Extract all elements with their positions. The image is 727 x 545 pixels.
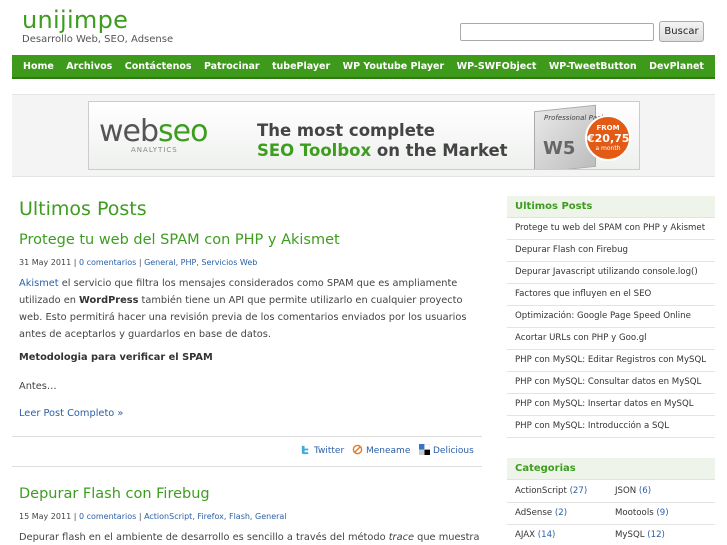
category-link[interactable]: JSON (6)	[615, 486, 651, 496]
sidebar-recent-item[interactable]: Factores que influyen en el SEO	[507, 284, 715, 306]
post-categories[interactable]: General, PHP, Servicios Web	[144, 258, 257, 267]
category-link[interactable]: AJAX (14)	[515, 530, 555, 540]
price-period: a month	[595, 145, 621, 152]
webseo-ad-banner[interactable]: webseo ANALYTICS The most complete SEO T…	[88, 101, 640, 170]
sidebar-recent-item[interactable]: Acortar URLs con PHP y Goo.gl	[507, 328, 715, 350]
nav-item-wp-swfobject[interactable]: WP-SWFObject	[457, 61, 537, 72]
sidebar-recent-item[interactable]: Optimización: Google Page Speed Online	[507, 306, 715, 328]
banner-headline-2: SEO Toolbox on the Market	[257, 141, 508, 160]
sidebar-recent-item[interactable]: Protege tu web del SPAM con PHP y Akisme…	[507, 218, 715, 240]
read-more-link[interactable]: Leer Post Completo »	[19, 408, 123, 419]
post-title[interactable]: Depurar Flash con Firebug	[19, 486, 210, 502]
webseo-logo: webseo	[99, 114, 209, 149]
site-title[interactable]: unijimpe	[22, 6, 128, 34]
post-divider	[12, 436, 482, 437]
sidebar-recent-item[interactable]: PHP con MySQL: Consultar datos en MySQL	[507, 372, 715, 394]
post-date: 31 May 2011	[19, 258, 72, 267]
sidebar-recent-item[interactable]: Depurar Flash con Firebug	[507, 240, 715, 262]
sidebar-heading-categories: Categorias	[507, 458, 715, 480]
category-divider	[507, 524, 715, 525]
post-excerpt: Depurar flash en el ambiente de desarrol…	[19, 532, 480, 543]
category-link[interactable]: Mootools (9)	[615, 508, 669, 518]
site-description: Desarrollo Web, SEO, Adsense	[22, 34, 174, 45]
wordpress-bold: WordPress	[79, 295, 139, 306]
post-tail: Antes…	[19, 381, 57, 392]
category-link[interactable]: AdSense (2)	[515, 508, 567, 518]
share-meneame[interactable]: Meneame	[352, 444, 410, 456]
price-amount: €20,75	[587, 132, 630, 145]
twitter-icon	[301, 445, 309, 455]
nav-item-devplanet[interactable]: DevPlanet	[649, 61, 704, 72]
product-box-mark: W5	[543, 138, 576, 159]
post-comments-link[interactable]: 0 comentarios	[79, 512, 136, 521]
nav-item-wp-tweetbutton[interactable]: WP-TweetButton	[549, 61, 637, 72]
post-date: 15 May 2011	[19, 512, 72, 521]
akismet-link[interactable]: Akismet	[19, 278, 59, 289]
main-heading: Ultimos Posts	[19, 198, 147, 220]
sidebar-recent-item[interactable]: PHP con MySQL: Editar Registros con MySQ…	[507, 350, 715, 372]
post-divider	[12, 466, 482, 467]
nav-item-home[interactable]: Home	[23, 61, 54, 72]
category-link[interactable]: ActionScript (27)	[515, 486, 587, 496]
nav-item-tubeplayer[interactable]: tubePlayer	[272, 61, 330, 72]
share-delicious[interactable]: Delicious	[419, 444, 474, 456]
sidebar-heading-recent: Ultimos Posts	[507, 196, 715, 218]
search-input[interactable]	[460, 23, 654, 41]
post-meta: 15 May 2011 | 0 comentarios | ActionScri…	[19, 512, 287, 521]
post-subheading: Metodologia para verificar el SPAM	[19, 352, 213, 363]
price-from: FROM	[596, 124, 620, 132]
nav-item-wp-youtube-player[interactable]: WP Youtube Player	[343, 61, 445, 72]
share-twitter[interactable]: Twitter	[300, 444, 344, 456]
main-nav: Home Archivos Contáctenos Patrocinar tub…	[12, 55, 715, 79]
banner-logo-sub: ANALYTICS	[131, 146, 178, 154]
category-divider	[507, 502, 715, 503]
sidebar-recent-item[interactable]: PHP con MySQL: Introducción a SQL	[507, 416, 715, 438]
meneame-icon	[352, 444, 363, 455]
banner-headline-1: The most complete	[257, 121, 435, 140]
delicious-icon	[419, 444, 430, 455]
nav-item-patrocinar[interactable]: Patrocinar	[204, 61, 260, 72]
post-title[interactable]: Protege tu web del SPAM con PHP y Akisme…	[19, 232, 340, 248]
post-meta: 31 May 2011 | 0 comentarios | General, P…	[19, 258, 258, 267]
sidebar-recent-item[interactable]: PHP con MySQL: Insertar datos en MySQL	[507, 394, 715, 416]
post-excerpt: Akismet el servicio que filtra los mensa…	[19, 278, 467, 340]
category-link[interactable]: MySQL (12)	[615, 530, 665, 540]
share-bar: Twitter Meneame Delicious	[300, 444, 480, 458]
banner-area: webseo ANALYTICS The most complete SEO T…	[12, 94, 715, 177]
search-button[interactable]: Buscar	[659, 21, 704, 42]
post-categories[interactable]: ActionScript, Firefox, Flash, General	[144, 512, 286, 521]
nav-item-archivos[interactable]: Archivos	[66, 61, 112, 72]
price-badge: FROM €20,75 a month	[585, 115, 631, 161]
post-comments-link[interactable]: 0 comentarios	[79, 258, 136, 267]
sidebar-recent-item[interactable]: Depurar Javascript utilizando console.lo…	[507, 262, 715, 284]
nav-item-contactenos[interactable]: Contáctenos	[125, 61, 192, 72]
